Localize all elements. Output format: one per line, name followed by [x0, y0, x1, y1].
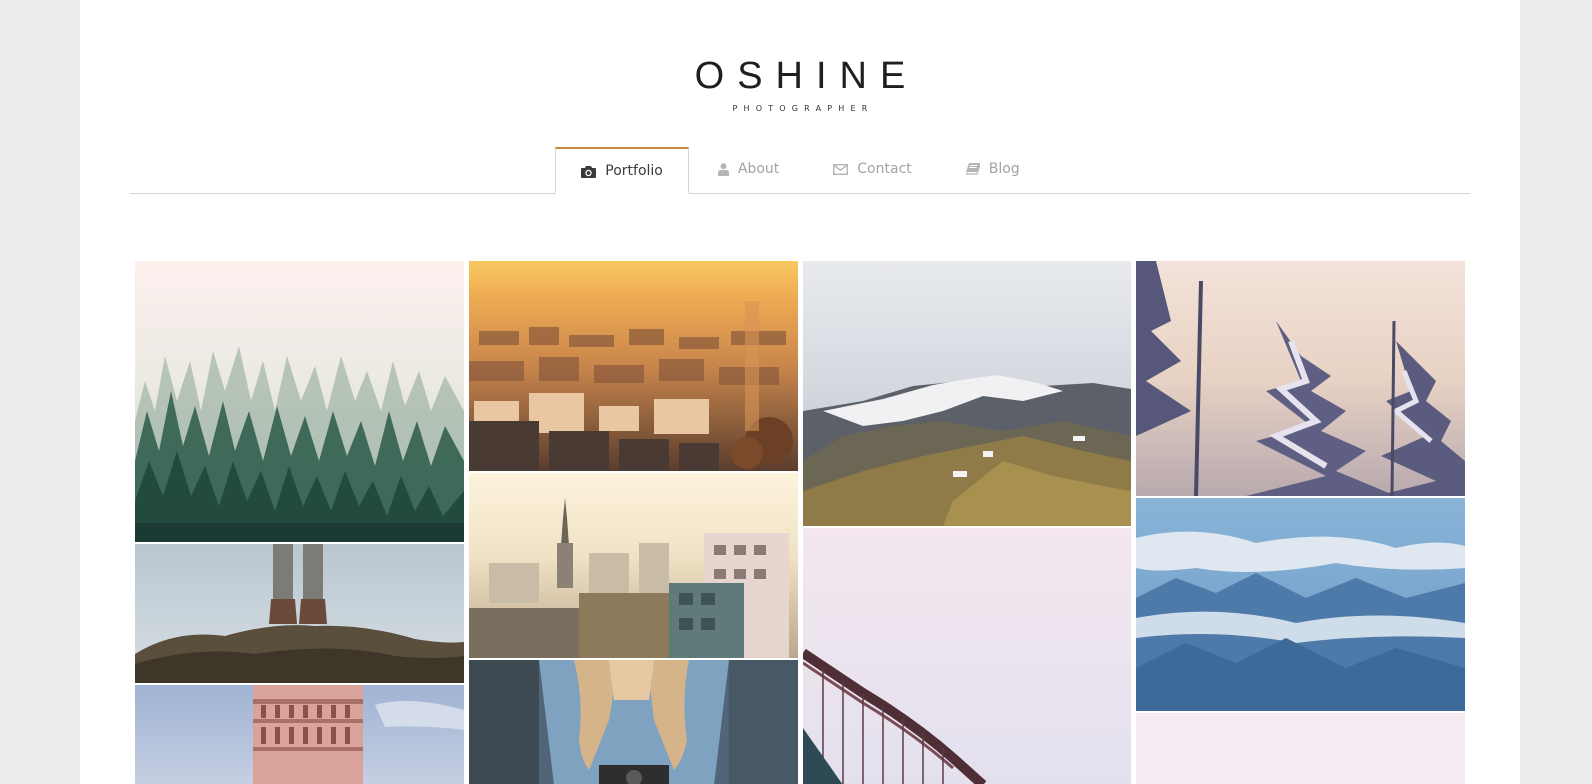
portfolio-item-cloud-mountains[interactable] — [1136, 498, 1465, 711]
portfolio-item-snow-trees[interactable] — [1136, 261, 1465, 496]
logo-title: OSHINE — [694, 55, 919, 97]
camera-woman-photo — [469, 660, 798, 784]
page: OSHINE PHOTOGRAPHER Portfolio About Cont… — [80, 0, 1520, 784]
portfolio-item-church-town[interactable] — [469, 473, 798, 658]
nav-item-label: Contact — [857, 161, 912, 177]
snow-trees-photo — [1136, 261, 1465, 496]
main-nav: Portfolio About Contact Blog — [130, 147, 1470, 194]
city-sunset-photo — [469, 261, 798, 471]
nav-item-label: Blog — [988, 161, 1020, 177]
nav-item-contact[interactable]: Contact — [808, 147, 936, 191]
forest-photo — [135, 261, 464, 542]
portfolio-item-forest[interactable] — [135, 261, 464, 542]
portfolio-item-boots[interactable] — [135, 544, 464, 683]
portfolio-item-city-sunset[interactable] — [469, 261, 798, 471]
site-logo[interactable]: OSHINE PHOTOGRAPHER — [80, 52, 1520, 113]
tower-photo — [135, 685, 464, 784]
pink-sky-photo — [1136, 713, 1465, 784]
mountain-photo — [803, 261, 1131, 526]
user-icon — [717, 162, 729, 176]
bridge-photo — [803, 528, 1131, 784]
nav-item-blog[interactable]: Blog — [941, 147, 1045, 191]
book-icon — [965, 163, 980, 175]
nav-item-portfolio[interactable]: Portfolio — [555, 147, 689, 194]
cloud-mountains-photo — [1136, 498, 1465, 711]
logo-subtitle: PHOTOGRAPHER — [732, 104, 874, 113]
portfolio-item-mountain[interactable] — [803, 261, 1131, 526]
nav-item-about[interactable]: About — [693, 147, 804, 191]
envelope-icon — [833, 163, 849, 175]
portfolio-item-camera-woman[interactable] — [469, 660, 798, 784]
boots-photo — [135, 544, 464, 683]
nav-item-label: Portfolio — [605, 163, 663, 179]
portfolio-item-bridge[interactable] — [803, 528, 1131, 784]
church-town-photo — [469, 473, 798, 658]
portfolio-item-tower[interactable] — [135, 685, 464, 784]
camera-icon — [581, 165, 597, 178]
nav-item-label: About — [737, 161, 780, 177]
portfolio-item-pink-sky[interactable] — [1136, 713, 1465, 784]
